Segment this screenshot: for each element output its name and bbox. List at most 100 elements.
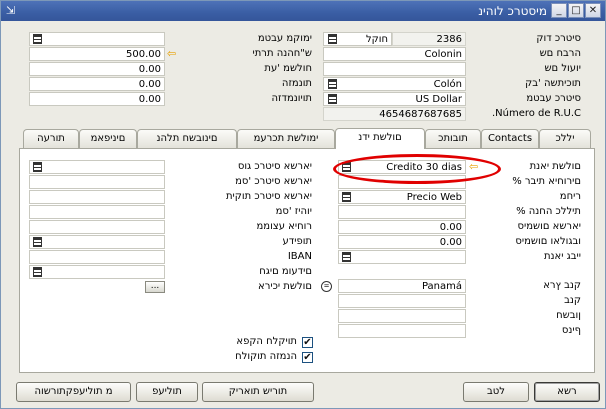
commitment-limit-label: ובגולאו םושמיס bbox=[515, 236, 581, 247]
group-label: תוכיתשה 'בק bbox=[525, 78, 581, 89]
branch-label: ףינס bbox=[561, 325, 581, 336]
maximize-button[interactable]: □ bbox=[568, 3, 584, 18]
balance-label: ש"חהנה תרתי bbox=[252, 48, 313, 59]
tab-remarks[interactable]: תורעה bbox=[23, 129, 79, 148]
list-icon[interactable] bbox=[328, 79, 337, 89]
list-icon[interactable] bbox=[342, 192, 351, 202]
interest-field[interactable] bbox=[338, 175, 466, 189]
related-activities-button[interactable]: מ תוליעפקתורשוה bbox=[16, 382, 131, 402]
list-icon[interactable] bbox=[33, 162, 42, 172]
tab-payment-terms[interactable]: םולשת ידנ bbox=[335, 128, 425, 149]
iban-label: IBAN bbox=[287, 251, 312, 262]
list-icon[interactable] bbox=[328, 94, 337, 104]
orders-label: תונמזה bbox=[281, 78, 312, 89]
ruc-label: Número de R.U.C. bbox=[491, 108, 581, 119]
interest-label: םירוחיא תיבר % bbox=[512, 176, 581, 187]
code-field[interactable]: 2386 bbox=[392, 32, 466, 46]
credit-card-type-label: יארשא סיטרכ גוס bbox=[237, 161, 312, 172]
tab-addresses[interactable]: תובותכ bbox=[425, 129, 481, 148]
opportunities-label: תויונמדזה bbox=[271, 93, 312, 104]
id-number-field[interactable] bbox=[29, 205, 165, 219]
balance-field[interactable]: 500.00 bbox=[29, 47, 165, 61]
name-label: הרבח םש bbox=[539, 48, 581, 59]
payment-terms-field[interactable]: Credito 30 dias bbox=[338, 160, 466, 174]
bank-country-field[interactable]: Panamá bbox=[338, 279, 466, 293]
tab-general[interactable]: יללכ bbox=[539, 129, 591, 148]
currency-label: סיטרכ עבטמ bbox=[526, 93, 581, 104]
window-title: מיסטרכ לוהינ bbox=[478, 4, 547, 18]
credit-card-type-field[interactable] bbox=[29, 160, 165, 174]
price-list-label: ריחמ bbox=[559, 191, 581, 202]
account-label: ןובשח bbox=[556, 310, 581, 321]
discount-field[interactable] bbox=[338, 205, 466, 219]
credit-card-expiry-field[interactable] bbox=[29, 190, 165, 204]
list-icon[interactable] bbox=[342, 252, 351, 262]
price-list-field[interactable]: Precio Web bbox=[338, 190, 466, 204]
cancel-button[interactable]: לטב bbox=[463, 382, 529, 402]
dunning-field[interactable] bbox=[338, 250, 466, 264]
list-icon[interactable] bbox=[342, 162, 351, 172]
window-system-icon[interactable]: ⇲ bbox=[6, 4, 20, 17]
equal-circle-icon[interactable]: = bbox=[321, 281, 332, 292]
priority-field[interactable] bbox=[29, 235, 165, 249]
deliveries-field[interactable]: 0.00 bbox=[29, 62, 165, 76]
service-calls-button[interactable]: תוריש תואריק bbox=[202, 382, 314, 402]
account-field[interactable] bbox=[338, 309, 466, 323]
tab-accounting[interactable]: םינובשח תלהנ bbox=[137, 129, 237, 148]
foreign-name-label: יועול םש bbox=[544, 63, 581, 74]
tab-bar: יללכ Contacts תובותכ םולשת ידנ ימולשת תכ… bbox=[19, 128, 595, 149]
close-button[interactable]: ✕ bbox=[585, 3, 601, 18]
currency-field[interactable]: US Dollar bbox=[323, 92, 466, 106]
tab-payment-system[interactable]: ימולשת תכרעמ bbox=[237, 129, 335, 148]
arrow-right-icon[interactable]: ⇦ bbox=[167, 48, 181, 59]
discount-label: תיללכ החנה % bbox=[516, 206, 581, 217]
foreign-name-field[interactable] bbox=[323, 62, 466, 76]
priority-label: תופידע bbox=[282, 236, 313, 247]
name-field[interactable]: Colonin bbox=[323, 47, 466, 61]
holidays-field[interactable] bbox=[29, 265, 165, 279]
ruc-field[interactable]: 4654687687685 bbox=[323, 107, 466, 121]
payment-dates-label: םולשת יכירא bbox=[258, 281, 312, 292]
commitment-limit-field[interactable]: 0.00 bbox=[338, 235, 466, 249]
credit-card-expiry-label: יארשא סיטרכ תוקית bbox=[225, 191, 312, 202]
ok-button[interactable]: רשא bbox=[534, 382, 600, 402]
arrow-right-icon[interactable]: ⇦ bbox=[469, 161, 483, 172]
partial-order-label: הנמזה תוקולח bbox=[235, 351, 297, 362]
average-delay-field[interactable] bbox=[29, 220, 165, 234]
average-delay-label: רוחיא עצוממ bbox=[256, 221, 312, 232]
partial-delivery-checkbox[interactable]: ✔ bbox=[302, 337, 313, 348]
id-number-label: יוהיז 'סמ bbox=[275, 206, 312, 217]
partial-order-checkbox[interactable]: ✔ bbox=[302, 352, 313, 363]
dunning-label: ייבג יאנת bbox=[543, 251, 581, 262]
payment-dates-button[interactable]: ... bbox=[145, 281, 165, 293]
iban-field[interactable] bbox=[29, 250, 165, 264]
orders-field[interactable]: 0.00 bbox=[29, 77, 165, 91]
payment-terms-label: םולשת יאנת bbox=[529, 161, 581, 172]
list-icon[interactable] bbox=[33, 34, 42, 44]
title-bar[interactable]: ⇲ מיסטרכ לוהינ _ □ ✕ bbox=[1, 1, 605, 21]
activities-button[interactable]: תוליעפ bbox=[136, 382, 198, 402]
bank-field[interactable] bbox=[338, 294, 466, 308]
tab-contacts[interactable]: Contacts bbox=[481, 129, 539, 148]
minimize-button[interactable]: _ bbox=[551, 3, 567, 18]
credit-limit-label: יארשא םושמיס bbox=[517, 221, 581, 232]
bank-label: קנב bbox=[564, 295, 581, 306]
list-icon[interactable] bbox=[328, 34, 337, 44]
credit-limit-field[interactable]: 0.00 bbox=[338, 220, 466, 234]
local-currency-field[interactable] bbox=[29, 32, 165, 46]
deliveries-label: חולשמ 'עת bbox=[264, 63, 312, 74]
code-label: סיטרכ דוק bbox=[536, 33, 581, 44]
credit-card-number-label: יארשא סיטרכ 'סמ bbox=[235, 176, 312, 187]
credit-card-number-field[interactable] bbox=[29, 175, 165, 189]
partial-delivery-label: תויקלח הקפא bbox=[236, 336, 297, 347]
local-currency-label: ימוקמ עבטמ bbox=[257, 33, 312, 44]
list-icon[interactable] bbox=[33, 237, 42, 247]
bank-country-label: קנב ץרא bbox=[543, 280, 581, 291]
tab-properties[interactable]: םיניפאמ bbox=[79, 129, 137, 148]
business-partner-window: ⇲ מיסטרכ לוהינ _ □ ✕ סיטרכ דוק 2386 חוקל… bbox=[0, 0, 606, 409]
opportunities-field[interactable]: 0.00 bbox=[29, 92, 165, 106]
group-field[interactable]: Colón bbox=[323, 77, 466, 91]
holidays-label: םידעומ םיגח bbox=[259, 266, 312, 277]
list-icon[interactable] bbox=[33, 267, 42, 277]
branch-field[interactable] bbox=[338, 324, 466, 338]
